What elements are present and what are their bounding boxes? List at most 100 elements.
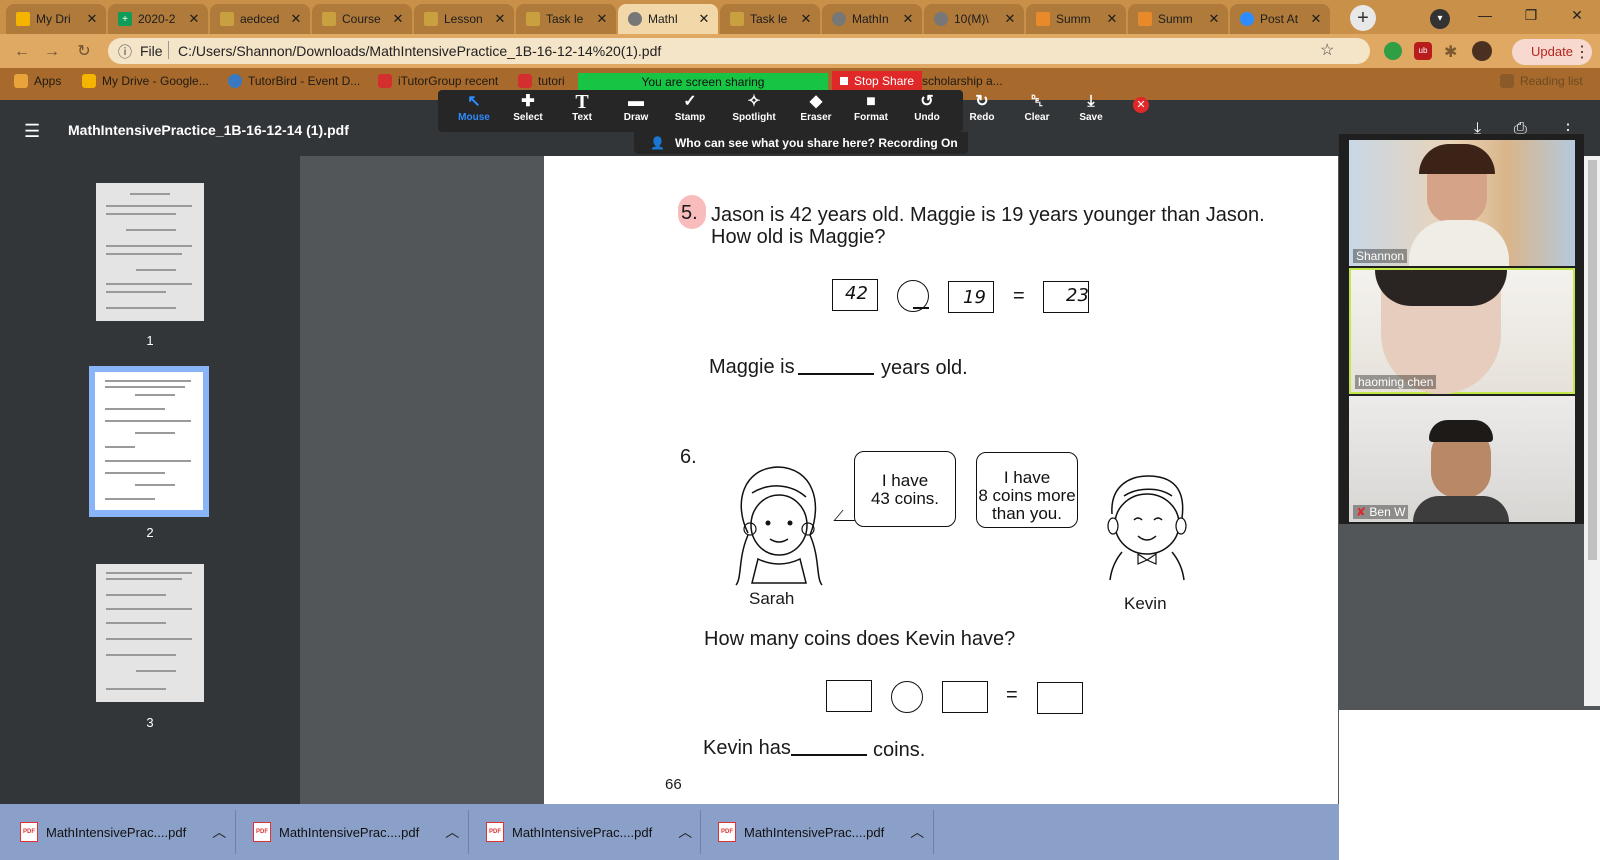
- ublock-icon[interactable]: ub: [1414, 42, 1432, 60]
- tool-spotlight[interactable]: ✧ Spotlight: [730, 92, 778, 123]
- browser-tab[interactable]: Post At ✕: [1230, 4, 1330, 34]
- download-item[interactable]: PDF MathIntensivePrac....pdf ︿: [20, 816, 226, 848]
- close-icon[interactable]: ✕: [84, 11, 100, 27]
- browser-tab[interactable]: Lesson ✕: [414, 4, 514, 34]
- star-icon[interactable]: ☆: [1320, 40, 1334, 60]
- download-item[interactable]: PDF MathIntensivePrac....pdf ︿: [718, 816, 924, 848]
- globe-icon: [934, 12, 948, 26]
- avatar[interactable]: [1472, 41, 1492, 61]
- close-icon[interactable]: ✕: [1308, 11, 1324, 27]
- browser-tab[interactable]: Course ✕: [312, 4, 412, 34]
- tool-undo[interactable]: ↺ Undo: [903, 92, 951, 123]
- zoom-icon: [1240, 12, 1254, 26]
- close-icon[interactable]: ✕: [900, 11, 916, 27]
- format-icon: ■: [866, 93, 876, 110]
- puzzle-icon[interactable]: ✱: [1444, 42, 1457, 62]
- pdf-icon: PDF: [718, 822, 736, 842]
- screen-sharing-banner[interactable]: You are screen sharing: [578, 73, 828, 91]
- chevron-up-icon[interactable]: ︿: [445, 822, 459, 842]
- browser-tab[interactable]: Summ ✕: [1128, 4, 1228, 34]
- participant-video-haoming[interactable]: haoming chen: [1349, 268, 1575, 394]
- tool-clear[interactable]: ␡ Clear: [1013, 92, 1061, 123]
- browser-tab[interactable]: +2020-2 ✕: [108, 4, 208, 34]
- operator-circle: [891, 681, 923, 713]
- close-icon[interactable]: ✕: [186, 11, 202, 27]
- browser-tab[interactable]: Summ ✕: [1026, 4, 1126, 34]
- bookmark-apps[interactable]: Apps: [14, 74, 61, 88]
- tool-stamp[interactable]: ✓ Stamp: [666, 92, 714, 123]
- tool-eraser[interactable]: ◆ Eraser: [792, 92, 840, 123]
- download-item[interactable]: PDF MathIntensivePrac....pdf ︿: [253, 816, 459, 848]
- browser-tab[interactable]: aedced ✕: [210, 4, 310, 34]
- equals-sign: =: [1013, 285, 1025, 307]
- url-text[interactable]: C:/Users/Shannon/Downloads/MathIntensive…: [178, 43, 661, 59]
- thumbnail-number: 3: [146, 715, 154, 730]
- tool-redo[interactable]: ↻ Redo: [958, 92, 1006, 123]
- bookmark-item[interactable]: tutori: [518, 74, 565, 88]
- close-icon[interactable]: ✕: [390, 11, 406, 27]
- divider: [468, 810, 469, 854]
- tab-search-icon[interactable]: ▾: [1430, 9, 1450, 29]
- page-thumbnail[interactable]: [96, 183, 204, 321]
- address-bar[interactable]: ⓘ File C:/Users/Shannon/Downloads/MathIn…: [108, 38, 1370, 64]
- close-icon[interactable]: ✕: [288, 11, 304, 27]
- browser-tab[interactable]: Task le ✕: [720, 4, 820, 34]
- close-icon[interactable]: ✕: [696, 11, 712, 27]
- browser-tab[interactable]: Task le ✕: [516, 4, 616, 34]
- eraser-icon: ◆: [809, 93, 823, 110]
- browser-tab-active[interactable]: MathI ✕: [618, 4, 718, 34]
- browser-tab[interactable]: 10(M)\ ✕: [924, 4, 1024, 34]
- participant-video-shannon[interactable]: Shannon: [1349, 140, 1575, 266]
- pdf-title: MathIntensivePractice_1B-16-12-14 (1).pd…: [68, 122, 349, 138]
- new-tab-button[interactable]: +: [1350, 5, 1376, 31]
- bookmark-item[interactable]: scholarship a...: [922, 74, 1003, 88]
- minimize-icon[interactable]: —: [1462, 0, 1508, 32]
- close-icon[interactable]: ✕: [798, 11, 814, 27]
- tool-format[interactable]: ■ Format: [847, 92, 895, 123]
- chevron-up-icon[interactable]: ︿: [212, 822, 226, 842]
- redo-icon: ↻: [975, 93, 989, 110]
- close-icon[interactable]: ✕: [1104, 11, 1120, 27]
- hamburger-icon[interactable]: ☰: [24, 121, 40, 142]
- close-icon[interactable]: ✕: [492, 11, 508, 27]
- participant-hair: [1375, 270, 1507, 306]
- reload-icon[interactable]: ↻: [72, 40, 96, 64]
- apps-icon: [14, 74, 28, 88]
- extension-icon[interactable]: [1384, 42, 1402, 60]
- forward-icon[interactable]: →: [40, 40, 64, 64]
- scrollbar-thumb[interactable]: [1588, 160, 1597, 560]
- close-annotation-icon[interactable]: ✕: [1133, 97, 1149, 113]
- tool-select[interactable]: ✚ Select: [504, 92, 552, 123]
- menu-icon[interactable]: ⋮: [1574, 42, 1590, 62]
- tool-text[interactable]: T Text: [558, 92, 606, 123]
- bookmark-item[interactable]: TutorBird - Event D...: [228, 74, 360, 88]
- answer-blank: [798, 373, 874, 375]
- close-icon[interactable]: ✕: [594, 11, 610, 27]
- bookmark-item[interactable]: My Drive - Google...: [82, 74, 209, 88]
- bookmark-item[interactable]: iTutorGroup recent: [378, 74, 498, 88]
- participant-video-ben[interactable]: ✘ Ben W: [1349, 396, 1575, 522]
- restore-icon[interactable]: ❐: [1508, 0, 1554, 32]
- back-icon[interactable]: ←: [10, 40, 34, 64]
- document-icon: [220, 12, 234, 26]
- chevron-up-icon[interactable]: ︿: [678, 822, 692, 842]
- browser-tab[interactable]: MathIn ✕: [822, 4, 922, 34]
- reading-list[interactable]: Reading list: [1500, 74, 1583, 88]
- tool-save[interactable]: ⤓ Save: [1067, 92, 1115, 123]
- tool-draw[interactable]: ▬ Draw: [612, 92, 660, 123]
- document-icon: [424, 12, 438, 26]
- download-item[interactable]: PDF MathIntensivePrac....pdf ︿: [486, 816, 692, 848]
- page-thumbnail-selected[interactable]: [95, 372, 203, 510]
- close-window-icon[interactable]: ✕: [1554, 0, 1600, 32]
- answer-suffix: coins.: [873, 739, 926, 761]
- close-icon[interactable]: ✕: [1206, 11, 1222, 27]
- chevron-up-icon[interactable]: ︿: [910, 822, 924, 842]
- page-thumbnail[interactable]: [96, 564, 204, 702]
- stop-share-button[interactable]: Stop Share: [832, 71, 922, 91]
- speech-bubble-kevin: I have 8 coins more than you.: [976, 452, 1078, 528]
- who-can-see-bar[interactable]: 👤 Who can see what you share here? Record…: [634, 132, 968, 154]
- info-icon[interactable]: ⓘ: [118, 42, 132, 62]
- tool-mouse[interactable]: ↖ Mouse: [450, 92, 498, 123]
- close-icon[interactable]: ✕: [1002, 11, 1018, 27]
- browser-tab[interactable]: My Dri ✕: [6, 4, 106, 34]
